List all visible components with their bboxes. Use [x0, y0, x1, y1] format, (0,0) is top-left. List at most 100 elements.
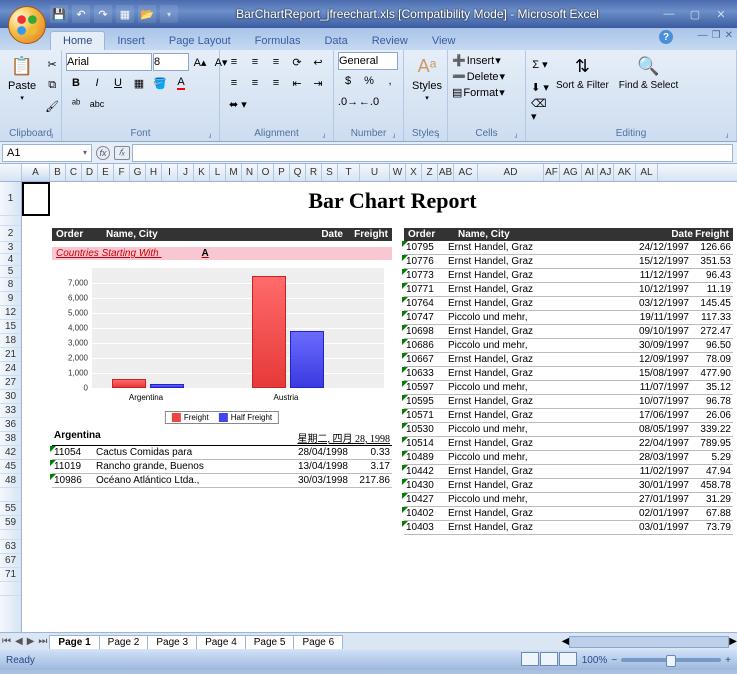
- row-42[interactable]: 42: [0, 446, 21, 460]
- autosum-icon[interactable]: Σ ▾: [530, 54, 550, 74]
- col-AJ[interactable]: AJ: [598, 164, 614, 181]
- col-A[interactable]: A: [22, 164, 50, 181]
- col-X[interactable]: X: [406, 164, 422, 181]
- col-D[interactable]: D: [82, 164, 98, 181]
- col-U[interactable]: U: [360, 164, 390, 181]
- align-center-icon[interactable]: ≡: [245, 73, 265, 93]
- col-O[interactable]: O: [258, 164, 274, 181]
- delete-cells-button[interactable]: ➖Delete ▾: [452, 70, 505, 83]
- row-15[interactable]: 15: [0, 320, 21, 334]
- name-box[interactable]: A1: [2, 144, 92, 162]
- find-select-button[interactable]: 🔍Find & Select: [615, 52, 682, 93]
- row-12[interactable]: 12: [0, 306, 21, 320]
- sheet-tab[interactable]: Page 6: [293, 635, 343, 649]
- col-P[interactable]: P: [274, 164, 290, 181]
- fill-icon[interactable]: ⬇ ▾: [530, 77, 550, 97]
- row-3[interactable]: 3: [0, 242, 21, 254]
- row-8[interactable]: 8: [0, 278, 21, 292]
- wb-minimize-button[interactable]: —: [698, 30, 708, 41]
- col-B[interactable]: B: [50, 164, 66, 181]
- open-icon[interactable]: 📂: [138, 5, 156, 23]
- tab-insert[interactable]: Insert: [105, 32, 157, 50]
- col-W[interactable]: W: [390, 164, 406, 181]
- format-painter-icon[interactable]: 🖌: [42, 96, 62, 116]
- row-21[interactable]: 21: [0, 348, 21, 362]
- zoom-level[interactable]: 100%: [582, 655, 608, 666]
- row-[interactable]: [0, 216, 21, 226]
- row-45[interactable]: 45: [0, 460, 21, 474]
- col-K[interactable]: K: [194, 164, 210, 181]
- formula-input[interactable]: [132, 144, 733, 162]
- tab-data[interactable]: Data: [312, 32, 359, 50]
- italic-button[interactable]: I: [87, 73, 107, 93]
- qat-more-icon[interactable]: ▾: [160, 5, 178, 23]
- percent-icon[interactable]: %: [359, 71, 379, 91]
- row-71[interactable]: 71: [0, 568, 21, 582]
- font-color-icon[interactable]: A: [171, 73, 191, 93]
- col-G[interactable]: G: [130, 164, 146, 181]
- tab-home[interactable]: Home: [50, 31, 105, 50]
- tab-formulas[interactable]: Formulas: [243, 32, 313, 50]
- clear-icon[interactable]: ⌫ ▾: [530, 100, 550, 120]
- comma-icon[interactable]: ,: [380, 71, 400, 91]
- sort-filter-button[interactable]: ⇅Sort & Filter: [552, 52, 613, 93]
- border-icon[interactable]: ▦: [129, 73, 149, 93]
- redo-icon[interactable]: ↷: [94, 5, 112, 23]
- col-AK[interactable]: AK: [614, 164, 636, 181]
- select-all-button[interactable]: [0, 164, 22, 181]
- col-H[interactable]: H: [146, 164, 162, 181]
- fx-insert-button[interactable]: 𝑓ₓ: [114, 146, 130, 160]
- close-button[interactable]: ✕: [709, 6, 733, 22]
- fx-button[interactable]: fx: [96, 146, 110, 160]
- col-AD[interactable]: AD: [478, 164, 544, 181]
- font-name-combo[interactable]: [66, 53, 152, 71]
- wrap-text-icon[interactable]: ↩: [308, 52, 328, 72]
- sheet-tab[interactable]: Page 5: [245, 635, 295, 649]
- wb-restore-button[interactable]: ❐: [712, 30, 721, 41]
- row-4[interactable]: 4: [0, 254, 21, 266]
- align-right-icon[interactable]: ≡: [266, 73, 286, 93]
- row-38[interactable]: 38: [0, 432, 21, 446]
- col-E[interactable]: E: [98, 164, 114, 181]
- row-[interactable]: [0, 582, 21, 596]
- tab-review[interactable]: Review: [360, 32, 420, 50]
- save-icon[interactable]: 💾: [50, 5, 68, 23]
- undo-icon[interactable]: ↶: [72, 5, 90, 23]
- row-18[interactable]: 18: [0, 334, 21, 348]
- indent-inc-icon[interactable]: ⇥: [308, 73, 328, 93]
- col-M[interactable]: M: [226, 164, 242, 181]
- horizontal-scrollbar[interactable]: [569, 636, 729, 648]
- copy-icon[interactable]: ⧉: [42, 75, 62, 95]
- grow-font-icon[interactable]: A▴: [190, 52, 210, 72]
- col-AG[interactable]: AG: [560, 164, 582, 181]
- row-[interactable]: [0, 488, 21, 502]
- orientation-icon[interactable]: ⟳: [287, 52, 307, 72]
- dec-inc-icon[interactable]: .0→: [338, 92, 358, 112]
- col-L[interactable]: L: [210, 164, 226, 181]
- tab-page-layout[interactable]: Page Layout: [157, 32, 243, 50]
- row-27[interactable]: 27: [0, 376, 21, 390]
- merge-center-icon[interactable]: ⬌ ▾: [224, 94, 252, 114]
- active-cell[interactable]: [22, 182, 50, 216]
- format-cells-button[interactable]: ▤Format ▾: [452, 86, 505, 99]
- minimize-button[interactable]: —: [657, 6, 681, 22]
- tab-prev-icon[interactable]: ◀: [13, 636, 25, 647]
- col-C[interactable]: C: [66, 164, 82, 181]
- underline-button[interactable]: U: [108, 73, 128, 93]
- sheet-tab[interactable]: Page 4: [196, 635, 246, 649]
- col-I[interactable]: I: [162, 164, 178, 181]
- row-48[interactable]: 48: [0, 474, 21, 488]
- tab-view[interactable]: View: [420, 32, 468, 50]
- col-R[interactable]: R: [306, 164, 322, 181]
- row-36[interactable]: 36: [0, 418, 21, 432]
- indent-dec-icon[interactable]: ⇤: [287, 73, 307, 93]
- col-Q[interactable]: Q: [290, 164, 306, 181]
- sheet-tab[interactable]: Page 3: [147, 635, 197, 649]
- number-format-combo[interactable]: [338, 52, 398, 70]
- row-2[interactable]: 2: [0, 226, 21, 242]
- phonetic2-icon[interactable]: abc: [87, 94, 107, 114]
- row-30[interactable]: 30: [0, 390, 21, 404]
- insert-cells-button[interactable]: ➕Insert ▾: [452, 54, 501, 67]
- zoom-out-button[interactable]: −: [611, 655, 617, 666]
- worksheet[interactable]: Bar Chart Report Order Name, City Date F…: [22, 182, 737, 632]
